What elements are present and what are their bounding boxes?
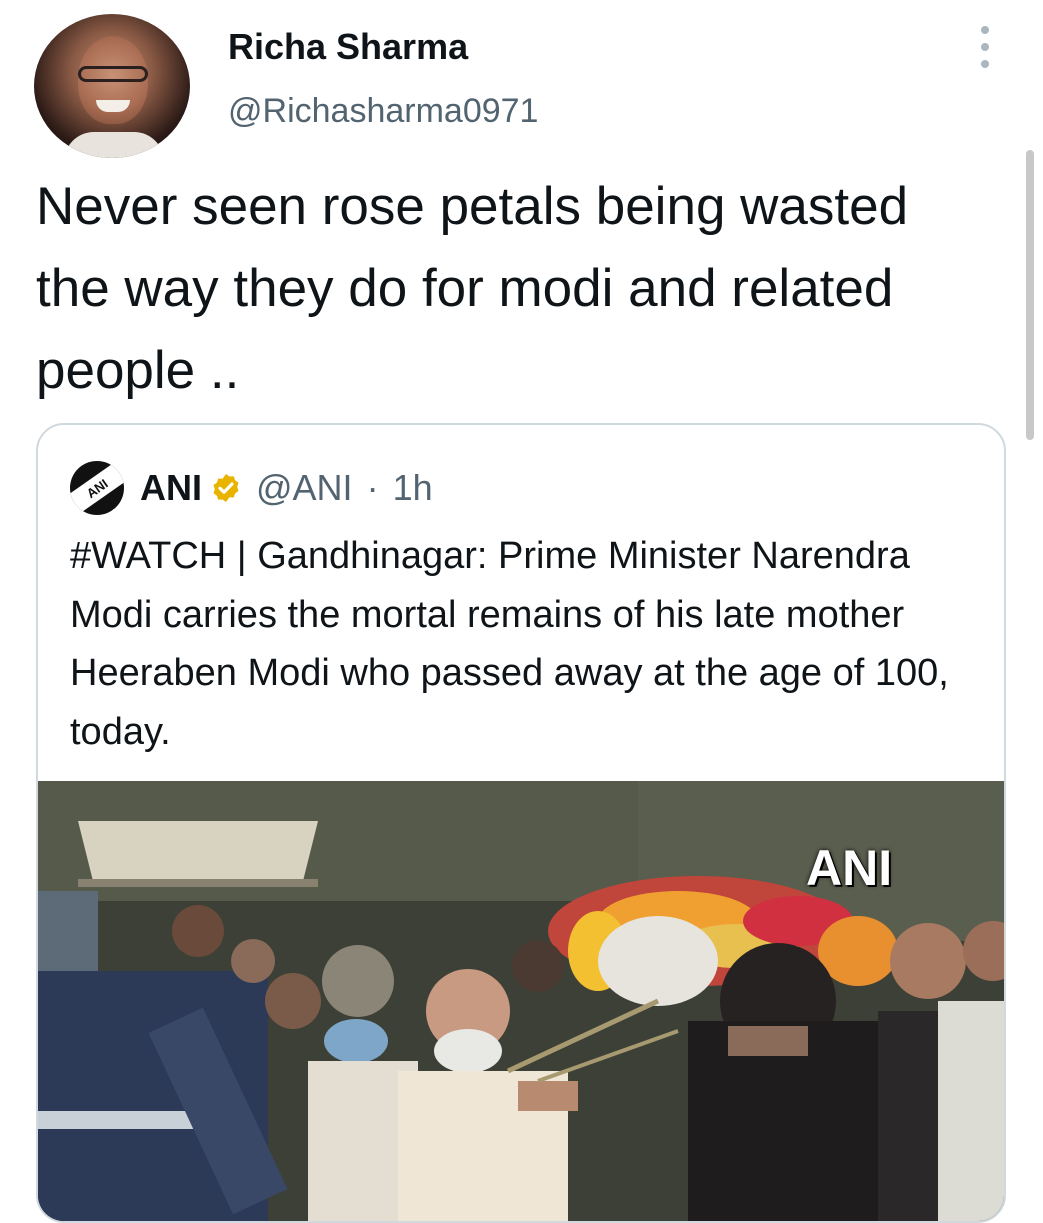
quoted-author-name[interactable]: ANI xyxy=(140,467,202,509)
quoted-tweet-text: #WATCH | Gandhinagar: Prime Minister Nar… xyxy=(70,535,949,753)
more-dot xyxy=(981,26,989,34)
meta-separator: · xyxy=(366,467,379,508)
quoted-tweet-video[interactable]: ANI xyxy=(38,781,1004,1221)
quoted-handle-text: @ANI xyxy=(256,467,353,508)
more-vertical-icon[interactable] xyxy=(976,26,994,68)
avatar-shirt xyxy=(64,132,164,158)
quoted-tweet-header: ANI ANI @ANI · 1h xyxy=(70,461,433,515)
author-handle[interactable]: @Richasharma0971 xyxy=(228,92,538,131)
ani-logo-avatar[interactable]: ANI xyxy=(70,461,124,515)
author-display-name[interactable]: Richa Sharma xyxy=(228,26,468,68)
quoted-author-handle[interactable]: @ANI · 1h xyxy=(256,467,433,509)
scrollbar[interactable] xyxy=(1026,150,1034,440)
quoted-tweet-card[interactable]: ANI ANI @ANI · 1h #WATCH | Gandhinagar: … xyxy=(36,423,1006,1223)
quoted-timestamp: 1h xyxy=(392,467,433,508)
tweet-text: Never seen rose petals being wasted the … xyxy=(36,177,909,400)
verified-badge-icon xyxy=(213,474,239,502)
more-dot xyxy=(981,43,989,51)
author-avatar[interactable] xyxy=(34,14,190,158)
video-watermark: ANI xyxy=(806,840,893,896)
avatar-glasses xyxy=(78,66,148,82)
more-dot xyxy=(981,60,989,68)
